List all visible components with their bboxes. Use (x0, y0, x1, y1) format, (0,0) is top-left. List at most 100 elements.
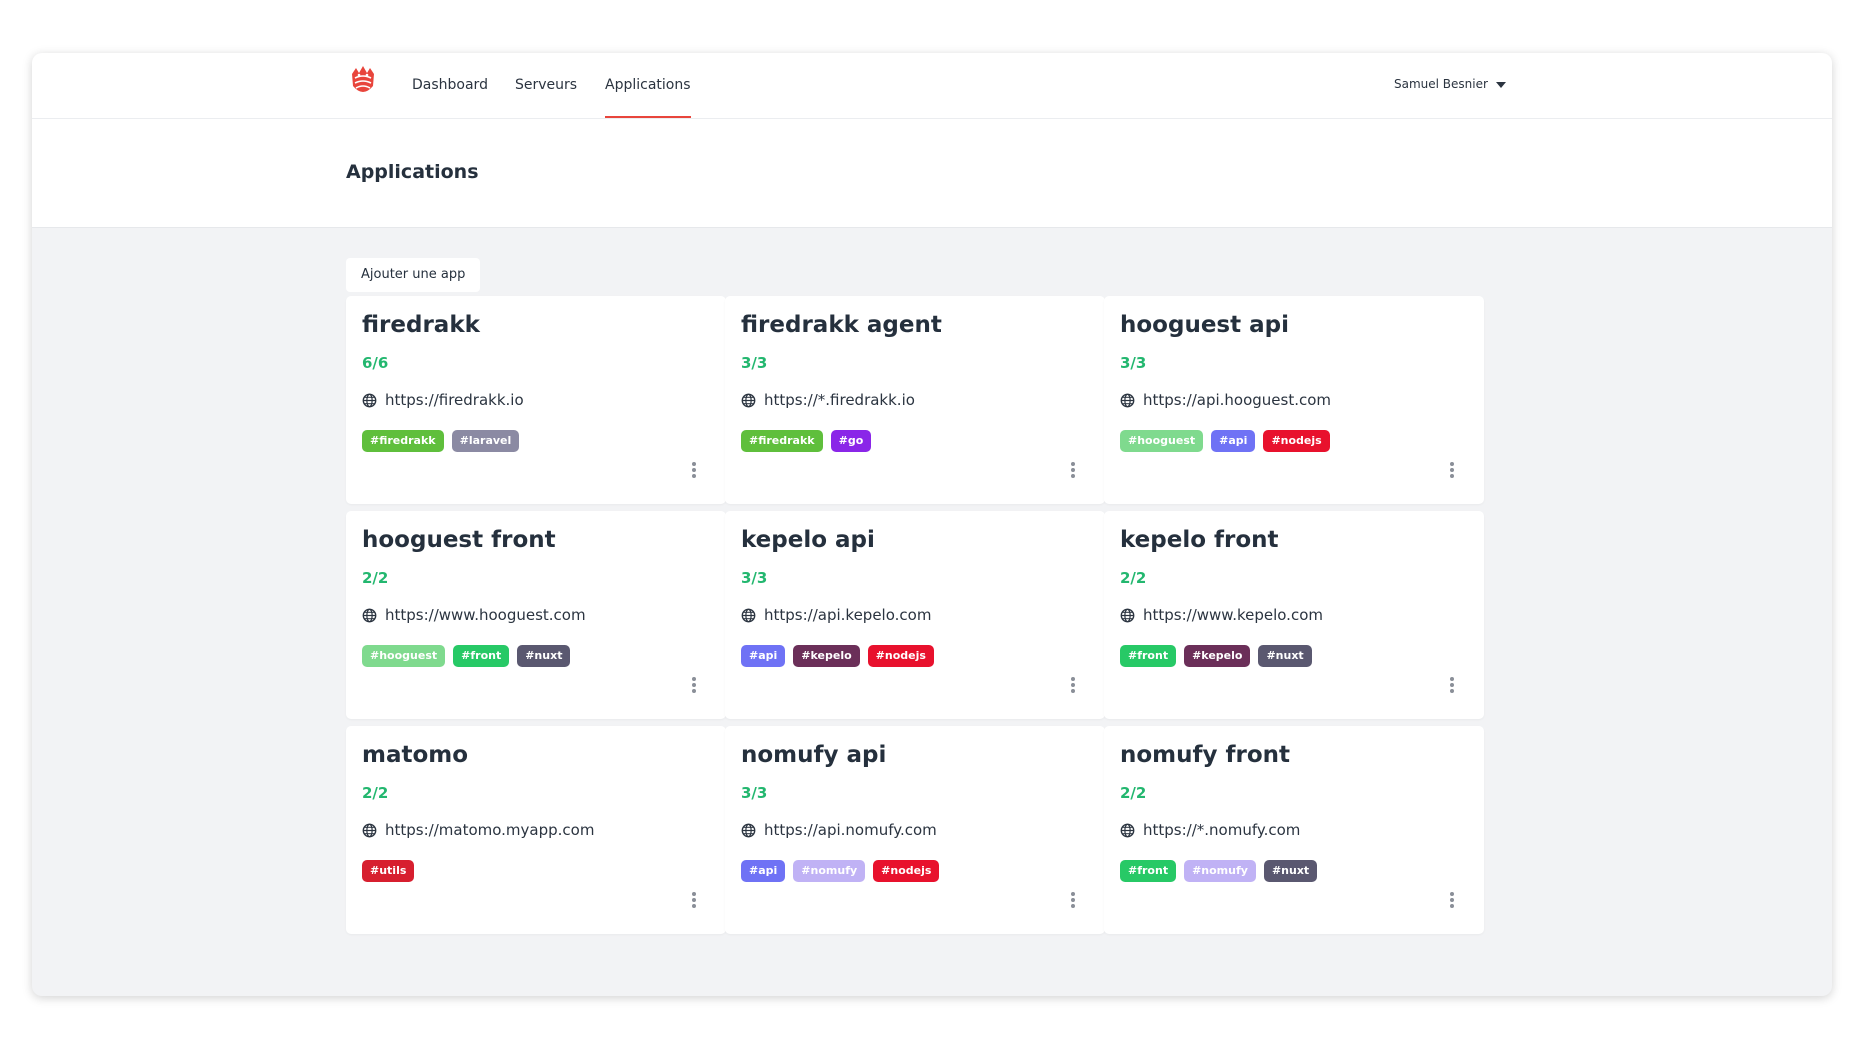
app-name[interactable]: hooguest api (1120, 312, 1289, 338)
tag-list: #front #kepelo #nuxt (1120, 645, 1312, 667)
app-name[interactable]: hooguest front (362, 527, 556, 553)
tag-badge: #front (1120, 645, 1177, 667)
tag-list: #firedrakk #laravel (362, 430, 520, 452)
more-options-icon[interactable] (1445, 890, 1459, 910)
tag-badge: #nuxt (517, 645, 571, 667)
globe-icon (362, 823, 377, 838)
instance-count: 3/3 (741, 354, 768, 372)
tag-badge: #nomufy (1184, 860, 1256, 882)
nav-dashboard[interactable]: Dashboard (412, 77, 488, 93)
tag-badge: #api (741, 645, 786, 667)
app-url[interactable]: https://www.hooguest.com (362, 606, 586, 624)
app-url[interactable]: https://*.nomufy.com (1120, 821, 1300, 839)
instance-count: 2/2 (1120, 784, 1147, 802)
chevron-down-icon (1495, 82, 1506, 88)
instance-count: 2/2 (362, 569, 389, 587)
globe-icon (741, 823, 756, 838)
globe-icon (1120, 608, 1135, 623)
tag-badge: #firedrakk (362, 430, 444, 452)
globe-icon (1120, 823, 1135, 838)
globe-icon (362, 393, 377, 408)
nav-applications[interactable]: Applications (605, 77, 691, 118)
instance-count: 6/6 (362, 354, 389, 372)
app-url[interactable]: https://firedrakk.io (362, 391, 524, 409)
tag-list: #hooguest #front #nuxt (362, 645, 571, 667)
tag-badge: #kepelo (1184, 645, 1251, 667)
app-url-text: https://api.hooguest.com (1143, 391, 1332, 409)
tag-badge: #front (453, 645, 510, 667)
more-options-icon[interactable] (1066, 890, 1080, 910)
app-name[interactable]: firedrakk agent (741, 312, 942, 338)
tag-badge: #laravel (451, 430, 520, 452)
app-url-text: https://api.nomufy.com (764, 821, 937, 839)
tag-list: #front #nomufy #nuxt (1120, 860, 1318, 882)
app-name[interactable]: nomufy api (741, 742, 886, 768)
app-card[interactable]: firedrakk 6/6 https://firedrakk.io #firedra… (346, 296, 726, 504)
app-url[interactable]: https://*.firedrakk.io (741, 391, 915, 409)
app-name[interactable]: firedrakk (362, 312, 480, 338)
app-window: Dashboard Serveurs Applications Samuel B… (32, 53, 1832, 996)
instance-count: 2/2 (1120, 569, 1147, 587)
more-options-icon[interactable] (1066, 675, 1080, 695)
app-url[interactable]: https://api.kepelo.com (741, 606, 931, 624)
app-name[interactable]: kepelo api (741, 527, 875, 553)
app-card[interactable]: kepelo api 3/3 https://api.kepelo.com #api #… (725, 511, 1105, 719)
app-url[interactable]: https://api.hooguest.com (1120, 391, 1331, 409)
more-options-icon[interactable] (687, 460, 701, 480)
more-options-icon[interactable] (687, 675, 701, 695)
instance-count: 3/3 (741, 784, 768, 802)
app-card[interactable]: kepelo front 2/2 https://www.kepelo.com #fr… (1104, 511, 1484, 719)
page-title: Applications (346, 161, 479, 183)
tag-badge: #nuxt (1263, 860, 1318, 882)
tag-badge: #hooguest (362, 645, 446, 667)
instance-count: 2/2 (362, 784, 389, 802)
tag-badge: #firedrakk (741, 430, 823, 452)
tag-badge: #nomufy (793, 860, 866, 882)
app-card[interactable]: hooguest api 3/3 https://api.hooguest.com #… (1104, 296, 1484, 504)
app-card[interactable]: hooguest front 2/2 https://www.hooguest.co… (346, 511, 726, 719)
tag-badge: #api (1211, 430, 1256, 452)
app-url-text: https://*.firedrakk.io (764, 391, 915, 409)
tag-badge: #go (830, 430, 872, 452)
app-name[interactable]: matomo (362, 742, 468, 768)
app-name[interactable]: kepelo front (1120, 527, 1279, 553)
app-url-text: https://api.kepelo.com (764, 606, 932, 624)
app-card[interactable]: nomufy api 3/3 https://api.nomufy.com #api #… (725, 726, 1105, 934)
app-name[interactable]: nomufy front (1120, 742, 1290, 768)
app-url-text: https://*.nomufy.com (1143, 821, 1301, 839)
tag-badge: #nuxt (1258, 645, 1312, 667)
app-url-text: https://www.kepelo.com (1143, 606, 1323, 624)
add-app-button[interactable]: Ajouter une app (346, 258, 481, 292)
more-options-icon[interactable] (1445, 675, 1459, 695)
tag-list: #utils (362, 860, 415, 882)
user-menu[interactable]: Samuel Besnier (1394, 77, 1506, 91)
app-card[interactable]: nomufy front 2/2 https://*.nomufy.com #fron… (1104, 726, 1484, 934)
firedrakk-logo[interactable] (346, 64, 380, 100)
globe-icon (362, 608, 377, 623)
globe-icon (1120, 393, 1135, 408)
globe-icon (741, 393, 756, 408)
app-url-text: https://matomo.myapp.com (385, 821, 595, 839)
tag-badge: #nodejs (1263, 430, 1330, 452)
app-url-text: https://firedrakk.io (385, 391, 524, 409)
app-url[interactable]: https://matomo.myapp.com (362, 821, 594, 839)
more-options-icon[interactable] (1445, 460, 1459, 480)
nav-serveurs[interactable]: Serveurs (515, 77, 577, 93)
instance-count: 3/3 (741, 569, 768, 587)
tag-list: #firedrakk #go (741, 430, 872, 452)
user-name: Samuel Besnier (1394, 77, 1488, 91)
tag-badge: #hooguest (1120, 430, 1204, 452)
app-card[interactable]: matomo 2/2 https://matomo.myapp.com #utils (346, 726, 726, 934)
more-options-icon[interactable] (1066, 460, 1080, 480)
tag-list: #api #nomufy #nodejs (741, 860, 940, 882)
tag-list: #hooguest #api #nodejs (1120, 430, 1330, 452)
top-navigation: Dashboard Serveurs Applications Samuel B… (32, 53, 1832, 119)
page-header: Applications (32, 119, 1832, 228)
tag-badge: #nodejs (873, 860, 940, 882)
globe-icon (741, 608, 756, 623)
app-card[interactable]: firedrakk agent 3/3 https://*.firedrakk.io… (725, 296, 1105, 504)
more-options-icon[interactable] (687, 890, 701, 910)
app-url-text: https://www.hooguest.com (385, 606, 586, 624)
app-url[interactable]: https://www.kepelo.com (1120, 606, 1323, 624)
app-url[interactable]: https://api.nomufy.com (741, 821, 937, 839)
